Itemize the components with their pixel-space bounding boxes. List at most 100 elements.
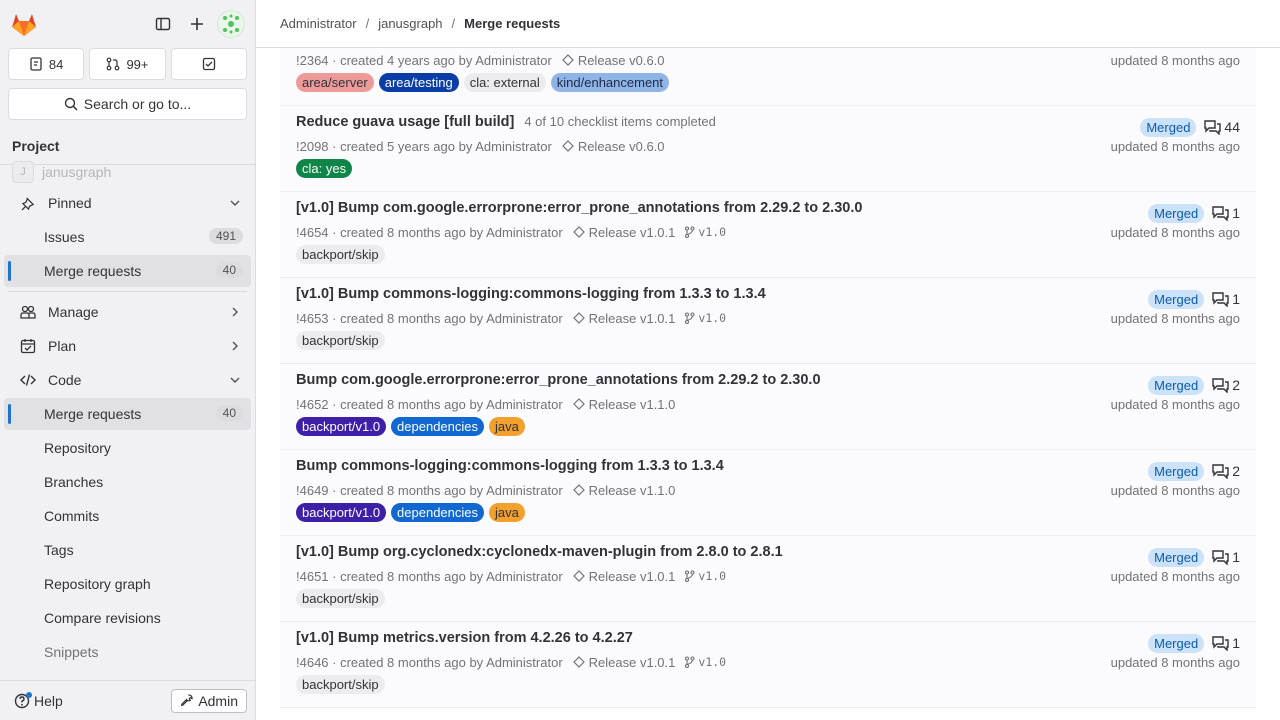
branch-label: v1.0 [698,569,727,583]
updated-time: updated 8 months ago [1110,311,1240,326]
label-badge[interactable]: backport/skip [296,675,385,694]
label-badge[interactable]: cla: external [463,73,546,92]
merge-request-title-link[interactable]: Reduce guava usage [full build] [296,114,514,130]
status-line: Merged 1 [1111,203,1240,223]
todo-counter-button[interactable] [170,48,247,80]
sidebar-item-merge-requests[interactable]: Merge requests 40 [4,398,251,430]
comments-link[interactable]: 2 [1212,463,1240,479]
merge-request-title-line: [v1.0] Bump com.google.errorprone:error_… [296,200,1240,220]
milestone-label: Release v1.0.1 [588,224,676,240]
target-branch[interactable]: v1.0 [684,569,726,583]
milestone-icon [572,570,585,582]
sidebar-item-pinned-merge-requests[interactable]: Merge requests 40 [4,255,251,287]
admin-button[interactable]: Admin [171,688,247,713]
breadcrumb-item-current[interactable]: Merge requests [464,16,560,31]
comments-icon [1212,377,1229,393]
merge-requests-counter-button[interactable]: 99+ [89,48,166,80]
merge-request-title-link[interactable]: [v1.0] Bump metrics.version from 4.2.26 … [296,630,633,646]
breadcrumb-item-project[interactable]: janusgraph [378,16,442,31]
sidebar-item-pinned-issues[interactable]: Issues 491 [4,221,251,253]
project-link[interactable]: J janusgraph [0,159,255,185]
sidebar-item-snippets[interactable]: Snippets [4,636,251,668]
sidebar-item-repository-graph[interactable]: Repository graph [4,568,251,600]
issues-counter-button[interactable]: 84 [8,48,85,80]
status-badge: Merged [1148,547,1205,567]
notification-dot [26,691,32,698]
sidebar-item-compare-revisions[interactable]: Compare revisions [4,602,251,634]
updated-time: updated 8 months ago [1110,483,1240,498]
sidebar: 84 99+ Search or go to... Project J janu… [0,0,256,720]
help-button[interactable]: Help [14,691,63,709]
updated-time: updated 8 months ago [1110,139,1240,154]
label-badge[interactable]: java [489,417,525,436]
sidebar-item-label: Tags [44,542,74,558]
comments-link[interactable]: 2 [1212,377,1240,393]
merge-request-title-link[interactable]: [v1.0] Bump commons-logging:commons-logg… [296,286,766,302]
label-badge[interactable]: kind/enhancement [550,73,670,92]
sidebar-item-label: Compare revisions [44,610,161,626]
sidebar-nav: J janusgraph Pinned Issues 491 Merge req… [0,159,255,668]
label-badge[interactable]: backport/v1.0 [296,503,387,522]
comments-icon [1212,463,1229,479]
avatar[interactable] [217,10,245,38]
target-branch[interactable]: v1.0 [684,655,726,669]
milestone-link[interactable]: Release v0.6.0 [561,53,665,68]
sidebar-item-code[interactable]: Code [4,364,251,396]
sidebar-footer: Help Admin [0,680,255,720]
milestone-link[interactable]: Release v0.6.0 [561,139,665,154]
label-badge[interactable]: area/server [296,73,374,92]
sidebar-item-manage[interactable]: Manage [4,296,251,328]
branch-label: v1.0 [698,655,727,669]
status-badge: Merged [1148,461,1205,481]
label-badge[interactable]: dependencies [391,503,485,522]
label-badge[interactable]: backport/v1.0 [296,417,387,436]
milestone-link[interactable]: Release v1.0.1 [572,655,675,670]
status-badge: Merged [1148,203,1205,223]
merge-request-status-area: Merged 1 updated 8 months ago [1111,203,1240,240]
milestone-link[interactable]: Release v1.1.0 [572,397,675,412]
merge-request-meta: !4652 · created 8 months ago by Administ… [296,395,1240,413]
sidebar-item-plan[interactable]: Plan [4,330,251,362]
label-badge[interactable]: cla: yes [296,159,353,178]
comments-link[interactable]: 44 [1204,119,1240,135]
comments-link[interactable]: 1 [1212,635,1240,651]
status-line: Merged 44 [1111,117,1240,137]
label-badge[interactable]: backport/skip [296,331,385,350]
label-list: cla: yes [296,159,1240,178]
comments-link[interactable]: 1 [1212,549,1240,565]
updated-time: updated 8 months ago [1110,569,1240,584]
merge-request-title-link[interactable]: [v1.0] Bump com.google.errorprone:error_… [296,200,862,216]
sidebar-item-branches[interactable]: Branches [4,466,251,498]
gitlab-logo-icon[interactable] [10,10,38,38]
label-badge[interactable]: java [489,503,525,522]
label-badge[interactable]: backport/skip [296,245,385,264]
label-list: backport/skip [296,245,1240,264]
target-branch[interactable]: v1.0 [684,311,726,325]
merge-request-title-link[interactable]: [v1.0] Bump org.cyclonedx:cyclonedx-mave… [296,544,783,560]
plus-icon[interactable] [183,8,211,40]
label-badge[interactable]: dependencies [391,417,485,436]
milestone-link[interactable]: Release v1.0.1 [572,224,676,240]
sidebar-item-repository[interactable]: Repository [4,432,251,464]
comments-link[interactable]: 1 [1212,205,1240,221]
comments-link[interactable]: 1 [1212,291,1240,307]
search-button[interactable]: Search or go to... [8,88,247,120]
merge-request-status-area: Merged 2 updated 8 months ago [1111,375,1240,412]
merge-request-title-link[interactable]: Bump com.google.errorprone:error_prone_a… [296,372,821,388]
milestone-link[interactable]: Release v1.0.1 [572,569,675,584]
sidebar-item-commits[interactable]: Commits [4,500,251,532]
merge-request-title-link[interactable]: Bump commons-logging:commons-logging fro… [296,458,724,474]
milestone-link[interactable]: Release v1.1.0 [572,483,675,498]
breadcrumb-separator: / [365,16,370,31]
pinned-section-toggle[interactable]: Pinned [4,187,251,219]
label-badge[interactable]: area/testing [378,73,459,92]
breadcrumb-item-administrator[interactable]: Administrator [280,16,357,31]
target-branch[interactable]: v1.0 [684,225,726,239]
sidebar-item-label: Manage [48,304,99,320]
milestone-link[interactable]: Release v1.0.1 [572,311,675,326]
label-badge[interactable]: backport/skip [296,589,385,608]
updated-time: updated 8 months ago [1110,655,1240,670]
milestone-icon [572,226,585,238]
sidebar-toggle-icon[interactable] [149,8,177,40]
sidebar-item-tags[interactable]: Tags [4,534,251,566]
